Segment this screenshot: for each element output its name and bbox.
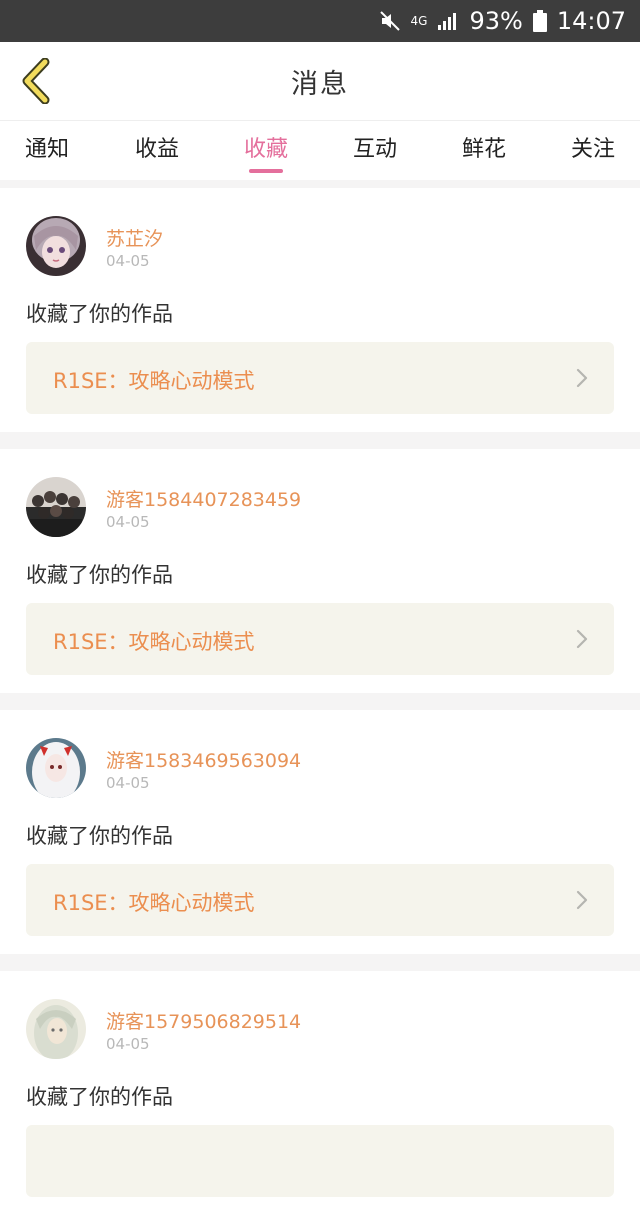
tab-favorites[interactable]: 收藏	[211, 131, 321, 173]
username[interactable]: 游客1584407283459	[106, 485, 301, 512]
tab-label: 收益	[134, 137, 179, 162]
status-bar: 4G 93% 14:07	[0, 0, 640, 42]
battery-icon	[532, 10, 547, 32]
tab-label: 鲜花	[461, 137, 506, 162]
message-card: 苏芷汐 04-05 收藏了你的作品 R1SE：攻略心动模式	[0, 188, 640, 432]
username[interactable]: 游客1579506829514	[106, 1007, 301, 1034]
avatar[interactable]	[26, 999, 86, 1059]
work-link[interactable]: R1SE：攻略心动模式	[26, 603, 614, 675]
message-date: 04-05	[106, 252, 150, 270]
back-button[interactable]	[16, 56, 56, 106]
battery-percent: 93%	[469, 7, 523, 35]
avatar[interactable]	[26, 738, 86, 798]
chevron-right-icon	[576, 368, 588, 388]
clock: 14:07	[556, 7, 626, 35]
tab-label: 互动	[352, 137, 397, 162]
tab-earnings[interactable]: 收益	[102, 131, 212, 171]
chevron-right-icon	[576, 629, 588, 649]
tab-label: 收藏	[243, 137, 288, 162]
tab-label: 通知	[24, 137, 69, 162]
message-text: 收藏了你的作品	[26, 302, 173, 326]
chevron-left-icon	[22, 58, 50, 104]
tab-interactions[interactable]: 互动	[320, 131, 430, 171]
network-4g-icon: 4G	[411, 15, 428, 27]
message-card: 游客1584407283459 04-05 收藏了你的作品 R1SE：攻略心动模…	[0, 449, 640, 693]
mute-icon	[379, 10, 401, 32]
work-title: R1SE：攻略心动模式	[53, 891, 255, 915]
active-tab-indicator	[249, 169, 283, 173]
chevron-right-icon	[576, 890, 588, 910]
tab-following[interactable]: 关注	[538, 131, 640, 171]
message-card: 游客1583469563094 04-05 收藏了你的作品 R1SE：攻略心动模…	[0, 710, 640, 954]
top-app-bar: 消息	[0, 42, 640, 120]
work-link[interactable]: R1SE：攻略心动模式	[26, 342, 614, 414]
tab-notifications[interactable]: 通知	[0, 131, 102, 171]
tab-bar: 通知 收益 收藏 互动 鲜花 关注	[0, 120, 640, 180]
avatar[interactable]	[26, 477, 86, 537]
message-text: 收藏了你的作品	[26, 563, 173, 587]
work-title: R1SE：攻略心动模式	[53, 630, 255, 654]
message-text: 收藏了你的作品	[26, 1085, 173, 1109]
signal-icon	[437, 11, 459, 31]
message-date: 04-05	[106, 774, 150, 792]
message-text: 收藏了你的作品	[26, 824, 173, 848]
message-card: 游客1579506829514 04-05 收藏了你的作品	[0, 971, 640, 1215]
work-title: R1SE：攻略心动模式	[53, 369, 255, 393]
username[interactable]: 游客1583469563094	[106, 746, 301, 773]
network-label: 4G	[410, 14, 428, 28]
avatar[interactable]	[26, 216, 86, 276]
tab-flowers[interactable]: 鲜花	[429, 131, 539, 171]
username[interactable]: 苏芷汐	[106, 224, 163, 251]
tab-label: 关注	[570, 137, 615, 162]
message-date: 04-05	[106, 1035, 150, 1053]
work-link[interactable]: R1SE：攻略心动模式	[26, 864, 614, 936]
message-date: 04-05	[106, 513, 150, 531]
page-title: 消息	[291, 68, 349, 100]
work-link[interactable]	[26, 1125, 614, 1197]
